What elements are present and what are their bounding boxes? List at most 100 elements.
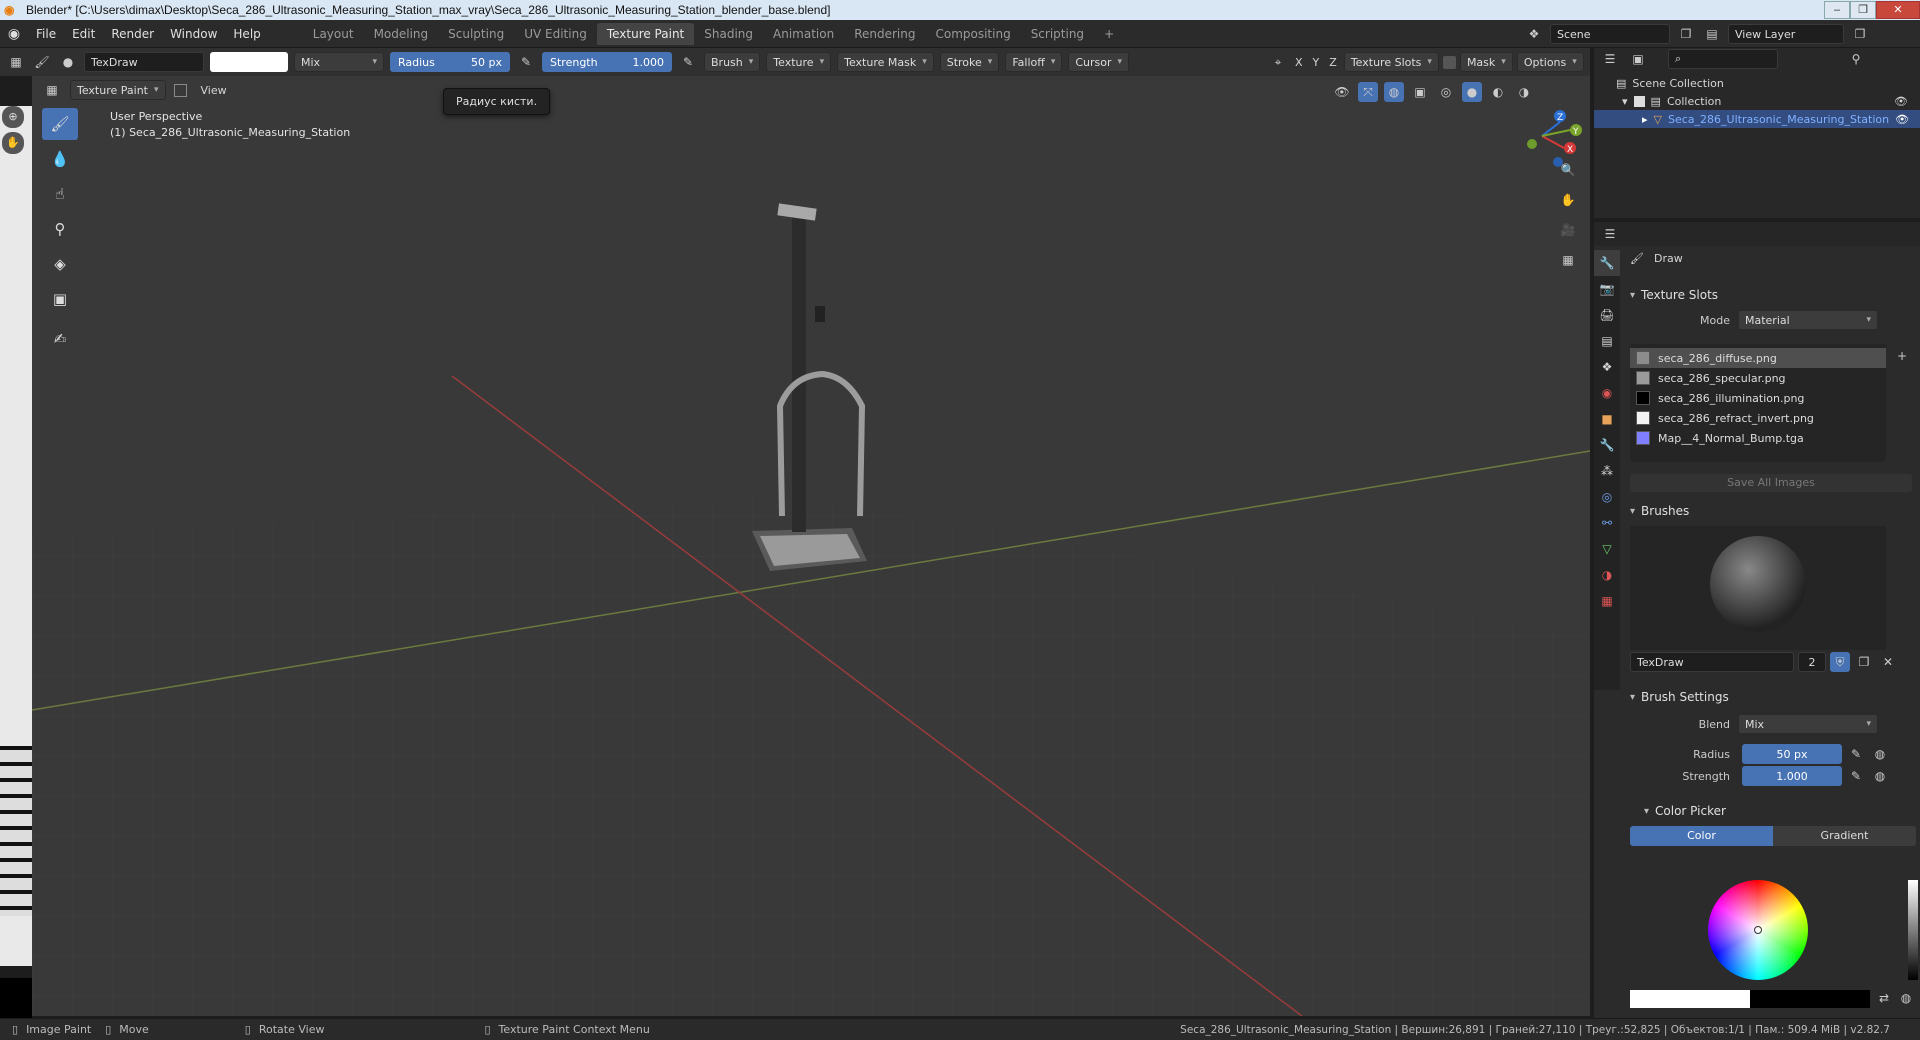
strength-pressure-toggle-icon[interactable]: ✎	[1846, 766, 1866, 786]
brush-name-field[interactable]: TexDraw	[84, 52, 204, 72]
collection-visibility-icon[interactable]: 👁	[1894, 95, 1908, 108]
value-slider[interactable]	[1908, 880, 1918, 980]
tab-layout[interactable]: Layout	[303, 23, 364, 45]
list-item[interactable]: Map__4_Normal_Bump.tga	[1630, 428, 1886, 448]
view-layer-tab-icon[interactable]: ▤	[1594, 328, 1620, 354]
rendered-shading-icon[interactable]: ◑	[1514, 82, 1534, 102]
zoom-view-icon[interactable]: 🔍	[1558, 160, 1578, 180]
radius-pressure-icon[interactable]: ✎	[516, 52, 536, 72]
outliner-search[interactable]: ⌕	[1668, 49, 1778, 69]
annotate-tool-icon[interactable]: ✍	[42, 323, 78, 355]
pan-icon[interactable]: ✋	[2, 132, 24, 154]
radius-slider[interactable]: Radius 50 px	[390, 52, 510, 72]
ortho-toggle-icon[interactable]: ▦	[1558, 250, 1578, 270]
brush-name-field[interactable]: TexDraw	[1630, 652, 1794, 672]
duplicate-brush-icon[interactable]: ❐	[1854, 652, 1874, 672]
swap-colors-icon[interactable]: ⇄	[1874, 988, 1894, 1008]
visibility-icon[interactable]: 👁	[1332, 82, 1352, 102]
mask-dropdown[interactable]: Mask	[1459, 52, 1513, 72]
brush-settings-panel-header[interactable]: Brush Settings	[1630, 690, 1729, 704]
unified-color-icon[interactable]: ◍	[1896, 988, 1916, 1008]
blend-dropdown[interactable]: Mix	[294, 52, 384, 72]
view-layer-field[interactable]: View Layer	[1728, 24, 1844, 44]
symmetry-z[interactable]: Z	[1326, 56, 1340, 69]
stroke-menu[interactable]: Stroke	[939, 52, 1000, 72]
tab-sculpting[interactable]: Sculpting	[438, 23, 514, 45]
properties-editor-icon[interactable]: ☰	[1600, 224, 1620, 244]
brush-users-count[interactable]: 2	[1798, 652, 1826, 672]
maximize-button[interactable]: ❐	[1850, 1, 1876, 19]
tab-gradient[interactable]: Gradient	[1773, 826, 1916, 846]
zoom-icon[interactable]: ⊕	[2, 106, 24, 128]
tab-texture-paint[interactable]: Texture Paint	[596, 22, 695, 45]
tab-color[interactable]: Color	[1630, 826, 1773, 846]
clone-tool-icon[interactable]: ⚲	[42, 213, 78, 245]
tab-modeling[interactable]: Modeling	[364, 23, 439, 45]
radius-unified-icon[interactable]: ◍	[1870, 744, 1890, 764]
object-tab-icon[interactable]: ■	[1594, 406, 1620, 432]
color-swatch-bar[interactable]	[1630, 990, 1870, 1008]
outliner-object-row[interactable]: ▸ ▽ Seca_286_Ultrasonic_Measuring_Statio…	[1594, 110, 1920, 128]
pan-view-icon[interactable]: ✋	[1558, 190, 1578, 210]
constraints-tab-icon[interactable]: ⚯	[1594, 510, 1620, 536]
material-shading-icon[interactable]: ◐	[1488, 82, 1508, 102]
soften-tool-icon[interactable]: 💧	[42, 143, 78, 175]
tab-shading[interactable]: Shading	[694, 23, 763, 45]
radius-pressure-toggle-icon[interactable]: ✎	[1846, 744, 1866, 764]
close-button[interactable]: ✕	[1876, 1, 1920, 19]
list-item[interactable]: seca_286_specular.png	[1630, 368, 1886, 388]
brush-color-swatch[interactable]	[210, 52, 288, 72]
color-wheel[interactable]	[1708, 880, 1808, 980]
brush-preview[interactable]	[1630, 526, 1886, 650]
xray-toggle-icon[interactable]: ▣	[1410, 82, 1430, 102]
menu-render[interactable]: Render	[103, 27, 162, 41]
list-item[interactable]: seca_286_illumination.png	[1630, 388, 1886, 408]
display-mode-icon[interactable]: ▣	[1628, 49, 1648, 69]
save-all-images-button[interactable]: Save All Images	[1630, 474, 1912, 492]
add-workspace-icon[interactable]: +	[1094, 23, 1124, 45]
wireframe-shading-icon[interactable]: ◎	[1436, 82, 1456, 102]
scene-collection-label[interactable]: Scene Collection	[1632, 77, 1723, 90]
cursor-menu[interactable]: Cursor	[1068, 52, 1130, 72]
collection-label[interactable]: Collection	[1667, 95, 1721, 108]
mask-tool-icon[interactable]: ▣	[42, 283, 78, 315]
output-tab-icon[interactable]: 🖨	[1594, 302, 1620, 328]
brush-tool-icon[interactable]: 🖌	[32, 52, 52, 72]
texture-menu[interactable]: Texture	[766, 52, 832, 72]
outliner-editor-icon[interactable]: ☰	[1600, 49, 1620, 69]
list-item[interactable]: seca_286_diffuse.png	[1630, 348, 1886, 368]
texture-tab-icon[interactable]: ▦	[1594, 588, 1620, 614]
tab-compositing[interactable]: Compositing	[925, 23, 1020, 45]
solid-shading-icon[interactable]: ●	[1462, 82, 1482, 102]
blend-setting-dropdown[interactable]: Mix	[1738, 714, 1878, 734]
add-slot-icon[interactable]: +	[1892, 346, 1912, 366]
mode-dropdown[interactable]: Texture Paint	[70, 80, 166, 100]
tab-rendering[interactable]: Rendering	[844, 23, 925, 45]
gizmo-toggle-icon[interactable]: ⤧	[1358, 82, 1378, 102]
smear-tool-icon[interactable]: ☝	[42, 178, 78, 210]
minimize-button[interactable]: –	[1824, 1, 1850, 19]
radius-setting-slider[interactable]: 50 px	[1742, 744, 1842, 764]
render-tab-icon[interactable]: 📷	[1594, 276, 1620, 302]
collection-expand-icon[interactable]: ▾	[1622, 95, 1628, 108]
strength-pressure-icon[interactable]: ✎	[678, 52, 698, 72]
brushes-panel-header[interactable]: Brushes	[1630, 504, 1689, 518]
tool-tab-icon[interactable]: 🔧	[1594, 250, 1620, 276]
view-menu[interactable]: View	[195, 84, 233, 97]
falloff-menu[interactable]: Falloff	[1005, 52, 1063, 72]
material-tab-icon[interactable]: ◑	[1594, 562, 1620, 588]
object-visibility-icon[interactable]: 👁	[1895, 113, 1909, 126]
color-picker-panel-header[interactable]: Color Picker	[1644, 804, 1726, 818]
mask-checkbox[interactable]	[1442, 55, 1456, 69]
paint-mask-toggle[interactable]	[173, 83, 187, 97]
3d-viewport[interactable]: ▦ Texture Paint View Радиус кисти. User …	[32, 76, 1590, 1016]
camera-view-icon[interactable]: 🎥	[1558, 220, 1578, 240]
new-scene-icon[interactable]: ❐	[1676, 24, 1696, 44]
texture-slots-dropdown[interactable]: Texture Slots	[1343, 52, 1439, 72]
world-tab-icon[interactable]: ◉	[1594, 380, 1620, 406]
blender-menu-icon[interactable]: ◉	[0, 26, 28, 42]
options-dropdown[interactable]: Options	[1516, 52, 1584, 72]
texture-mask-menu[interactable]: Texture Mask	[837, 52, 934, 72]
menu-file[interactable]: File	[28, 27, 64, 41]
menu-window[interactable]: Window	[162, 27, 225, 41]
